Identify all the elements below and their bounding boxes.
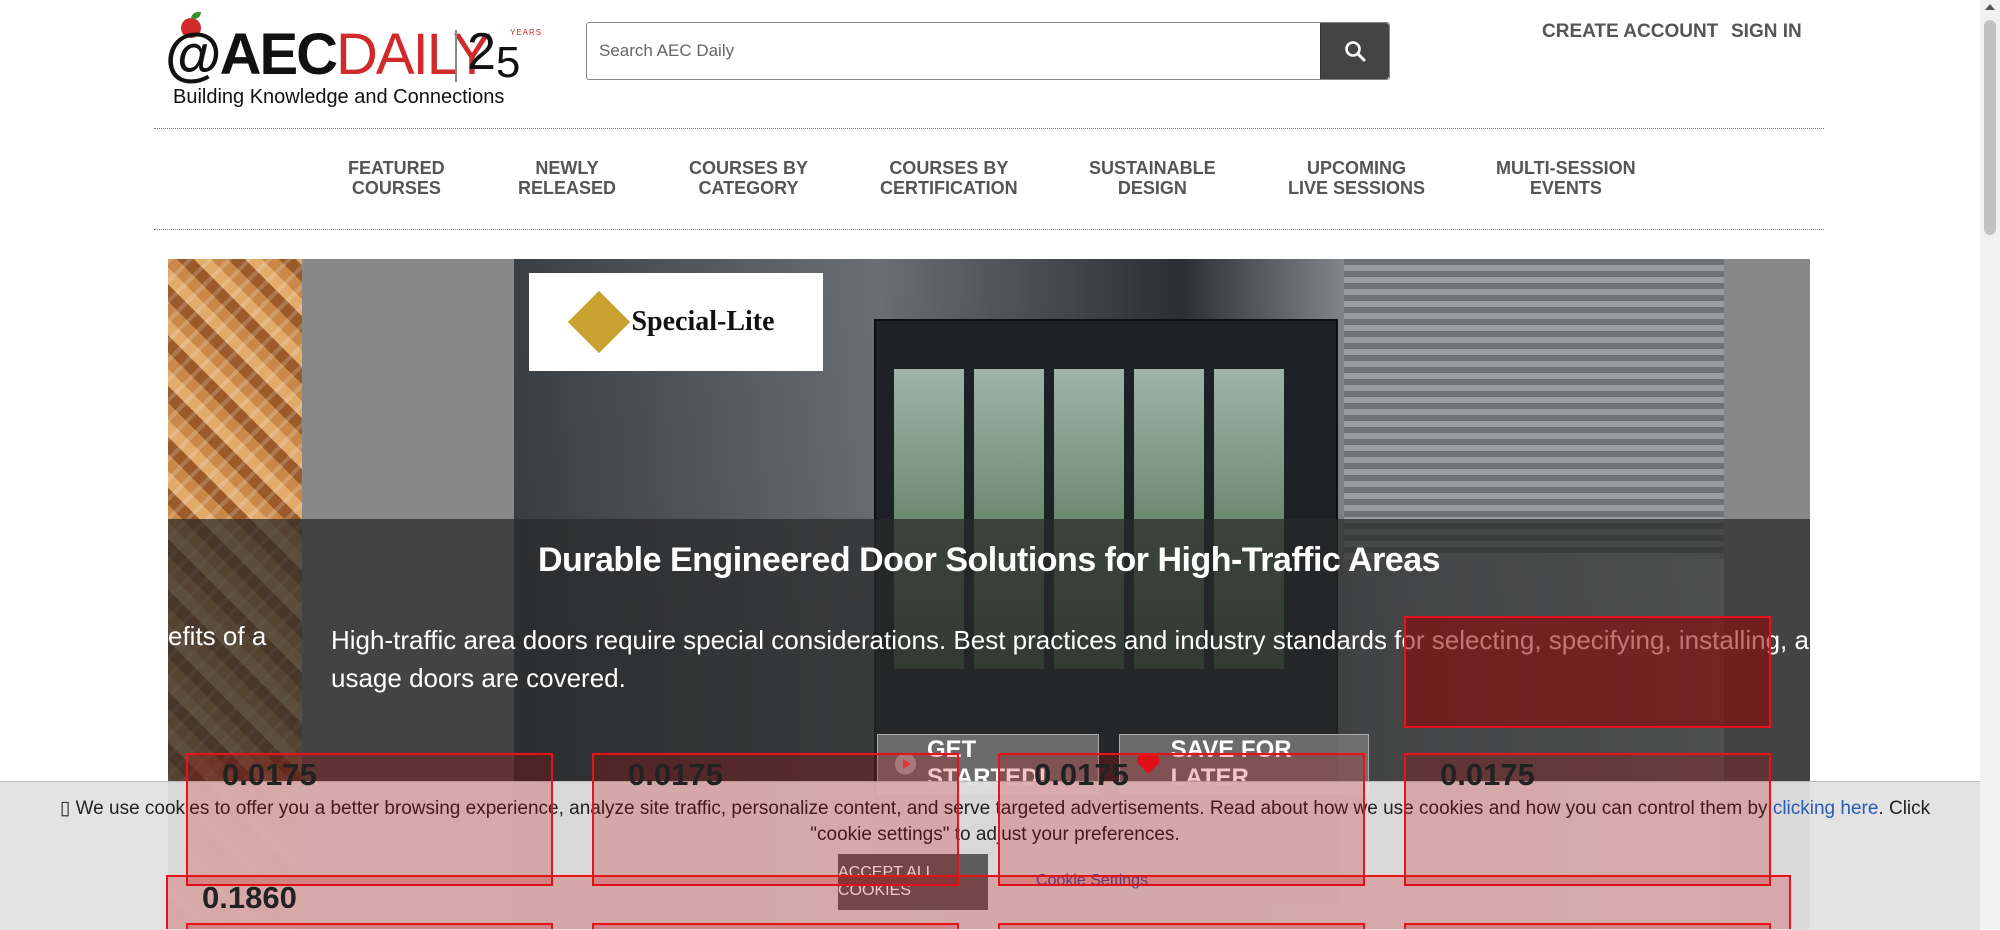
overlay-box xyxy=(186,923,553,929)
search-bar xyxy=(586,22,1390,80)
nav-upcoming-live-sessions[interactable]: UPCOMING LIVE SESSIONS xyxy=(1288,158,1425,198)
overlay-box: 0.0175 xyxy=(998,753,1365,886)
scroll-up-arrow-icon[interactable] xyxy=(1985,4,1995,10)
overlay-box xyxy=(998,923,1365,929)
overlay-box: 0.0175 xyxy=(1404,753,1771,886)
overlay-label: 0.0175 xyxy=(222,757,317,792)
logo-divider xyxy=(455,30,457,82)
overlay-label: 0.0175 xyxy=(1034,757,1129,792)
overlay-box xyxy=(1404,616,1771,728)
overlay-label: 0.1860 xyxy=(202,880,297,915)
hero-title[interactable]: Durable Engineered Door Solutions for Hi… xyxy=(168,541,1810,580)
cookie-policy-link[interactable]: clicking here xyxy=(1773,798,1879,819)
search-button[interactable] xyxy=(1320,23,1389,79)
header-divider xyxy=(154,128,1824,129)
overlay-box-wide: 0.1860 xyxy=(166,875,1791,929)
parking-garage-mesh xyxy=(1344,259,1724,559)
site-logo[interactable]: @AECDAILY 25 YEARS Building Knowledge an… xyxy=(165,12,541,112)
overlay-box xyxy=(1404,923,1771,929)
nav-featured-courses[interactable]: FEATURED COURSES xyxy=(348,158,445,198)
nav-courses-by-certification[interactable]: COURSES BY CERTIFICATION xyxy=(880,158,1018,198)
overlay-box: 0.0175 xyxy=(592,753,959,886)
create-account-link[interactable]: CREATE ACCOUNT xyxy=(1542,21,1718,43)
sponsor-logo: Special-Lite xyxy=(529,273,823,371)
overlay-label: 0.0175 xyxy=(628,757,723,792)
previous-slide-text: efits of a xyxy=(168,621,267,651)
nav-sustainable-design[interactable]: SUSTAINABLE DESIGN xyxy=(1089,158,1216,198)
nav-divider xyxy=(154,229,1824,230)
scrollbar-thumb[interactable] xyxy=(1984,20,1996,235)
overlay-box xyxy=(592,923,959,929)
page-scrollbar[interactable] xyxy=(1980,0,2000,929)
overlay-box: 0.0175 xyxy=(186,753,553,886)
logo-years-text: YEARS xyxy=(510,28,543,37)
search-icon xyxy=(1345,41,1366,62)
special-lite-logo-icon xyxy=(568,290,631,354)
nav-multi-session-events[interactable]: MULTI-SESSION EVENTS xyxy=(1496,158,1636,198)
info-icon: ▯ xyxy=(59,798,76,819)
sign-in-link[interactable]: SIGN IN xyxy=(1731,21,1802,43)
logo-tagline: Building Knowledge and Connections xyxy=(173,86,505,108)
nav-courses-by-category[interactable]: COURSES BY CATEGORY xyxy=(689,158,808,198)
leaf-icon xyxy=(191,12,201,19)
logo-wordmark: @AECDAILY xyxy=(165,22,491,87)
overlay-label: 0.0175 xyxy=(1440,757,1535,792)
search-input[interactable] xyxy=(587,23,1317,79)
nav-newly-released[interactable]: NEWLY RELEASED xyxy=(518,158,616,198)
